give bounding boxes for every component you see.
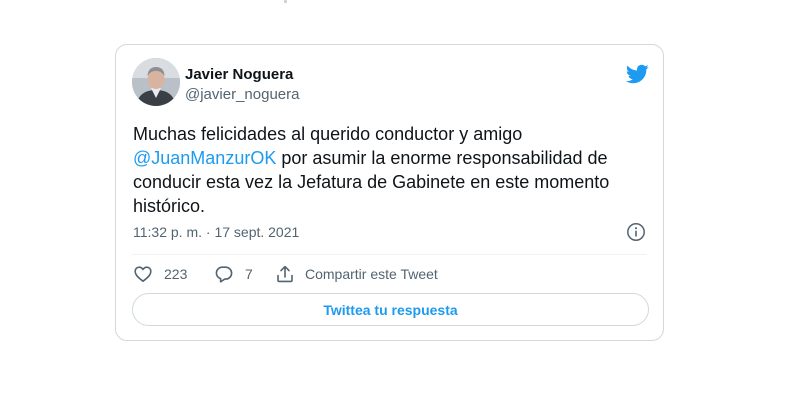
mention-link[interactable]: @JuanManzurOK (133, 148, 276, 168)
author-name[interactable]: Javier Noguera (185, 66, 293, 83)
reply-button[interactable]: 7 (214, 263, 253, 285)
tweet-text: Muchas felicidades al querido conductor … (133, 122, 653, 218)
share-button[interactable]: Compartir este Tweet (275, 263, 438, 285)
avatar[interactable] (132, 58, 180, 106)
heart-icon (134, 266, 152, 282)
like-button[interactable]: 223 (133, 263, 187, 285)
stray-mark (284, 0, 287, 3)
tweet-text-lead: Muchas felicidades al querido conductor … (133, 124, 523, 144)
reply-compose-button[interactable]: Twittea tu respuesta (132, 293, 649, 326)
reply-count: 7 (245, 266, 253, 282)
like-count: 223 (164, 266, 188, 282)
share-icon (277, 265, 293, 283)
twitter-bird-icon[interactable] (625, 62, 649, 86)
author-handle[interactable]: @javier_noguera (185, 86, 299, 103)
reply-bubble-icon (215, 266, 233, 283)
info-icon[interactable] (626, 222, 646, 242)
person-avatar-icon (132, 58, 180, 106)
divider (132, 254, 647, 255)
tweet-card: Javier Noguera @javier_noguera Muchas fe… (115, 44, 664, 341)
tweet-timestamp[interactable]: 11:32 p. m. · 17 sept. 2021 (133, 224, 299, 240)
share-label: Compartir este Tweet (305, 266, 438, 282)
